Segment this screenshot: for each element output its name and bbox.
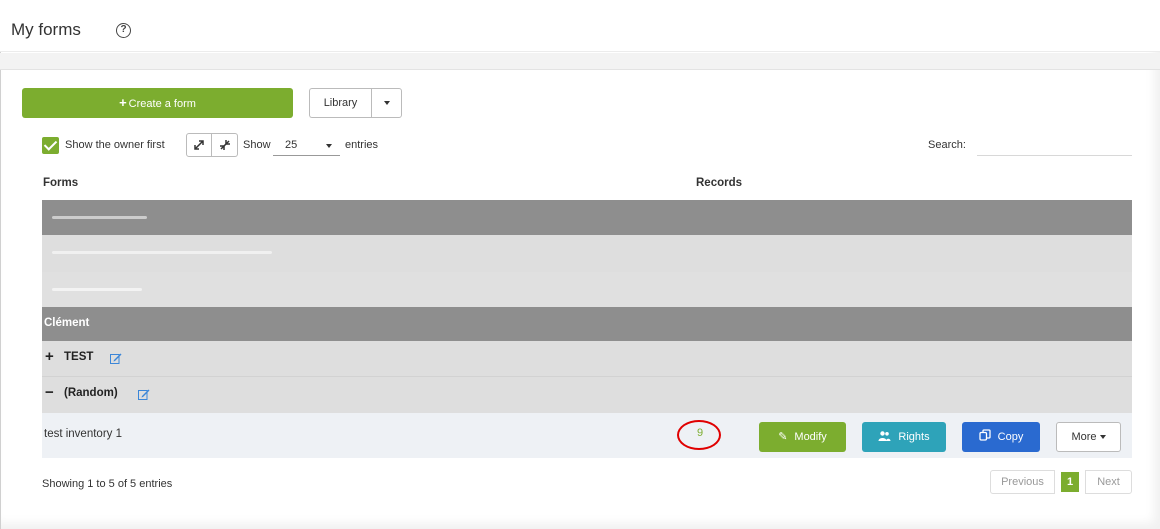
- page-title: My forms: [11, 20, 81, 39]
- show-owner-first-label: Show the owner first: [65, 139, 165, 151]
- collapse-minus-icon[interactable]: −: [45, 385, 54, 400]
- obscured-text: [52, 216, 147, 219]
- edit-icon[interactable]: [110, 352, 122, 364]
- collapse-arrows-icon: [219, 140, 230, 150]
- owner-group-row-obscured[interactable]: [42, 200, 1132, 235]
- search-input[interactable]: [977, 134, 1132, 156]
- help-icon[interactable]: ?: [116, 23, 131, 38]
- copy-button[interactable]: Copy: [962, 422, 1040, 452]
- entries-per-page-select[interactable]: 25: [273, 136, 340, 156]
- chevron-down-icon: [1099, 435, 1106, 440]
- chevron-down-icon: [326, 144, 332, 148]
- owner-name: Clément: [44, 317, 90, 329]
- collapse-all-button[interactable]: [212, 133, 238, 157]
- folder-row-test[interactable]: + TEST: [42, 341, 1132, 377]
- highlight-circle: [677, 420, 721, 450]
- entries-label: entries: [345, 139, 379, 151]
- show-label: Show: [243, 139, 271, 151]
- create-form-label: Create a form: [128, 98, 196, 110]
- rights-label: Rights: [898, 431, 930, 443]
- form-row[interactable]: test inventory 1 9 ✎ Modify Rights Copy M…: [42, 413, 1132, 458]
- expand-all-button[interactable]: [186, 133, 212, 157]
- header-band: [0, 53, 1160, 69]
- title-bar: My forms ?: [0, 0, 1160, 52]
- previous-page-button[interactable]: Previous: [990, 470, 1055, 494]
- obscured-text: [52, 251, 272, 254]
- create-form-button[interactable]: + Create a form: [22, 88, 293, 118]
- library-button[interactable]: Library: [309, 88, 371, 118]
- modify-button[interactable]: ✎ Modify: [759, 422, 846, 452]
- pencil-icon: ✎: [778, 431, 788, 443]
- folder-row-obscured[interactable]: [42, 235, 1132, 271]
- library-dropdown-toggle[interactable]: [371, 88, 402, 118]
- owner-group-row[interactable]: Clément: [42, 307, 1132, 341]
- expand-arrows-icon: [194, 140, 204, 150]
- folder-row-random[interactable]: − (Random): [42, 377, 1132, 413]
- modify-label: Modify: [794, 431, 827, 443]
- folder-name: TEST: [64, 351, 94, 363]
- copy-label: Copy: [997, 431, 1024, 443]
- users-icon: [878, 431, 891, 441]
- expand-plus-icon[interactable]: +: [45, 349, 54, 364]
- chevron-down-icon: [384, 101, 390, 105]
- header-divider: [0, 69, 1160, 70]
- next-page-button[interactable]: Next: [1085, 470, 1132, 494]
- folder-name: (Random): [64, 387, 118, 399]
- more-label: More: [1071, 431, 1097, 443]
- rights-button[interactable]: Rights: [862, 422, 946, 452]
- plus-icon: +: [119, 95, 127, 110]
- show-owner-first-checkbox[interactable]: [42, 137, 59, 154]
- search-label: Search:: [928, 139, 966, 151]
- form-name[interactable]: test inventory 1: [44, 428, 122, 440]
- copy-icon: [979, 429, 991, 441]
- edit-icon[interactable]: [138, 388, 150, 400]
- folder-row-obscured[interactable]: [42, 272, 1132, 307]
- obscured-text: [52, 288, 142, 291]
- more-dropdown-button[interactable]: More: [1056, 422, 1121, 452]
- column-header-records[interactable]: Records: [696, 177, 742, 189]
- entries-value: 25: [285, 139, 298, 151]
- column-header-forms[interactable]: Forms: [43, 177, 78, 189]
- showing-entries-info: Showing 1 to 5 of 5 entries: [42, 478, 173, 490]
- page-1-button[interactable]: 1: [1061, 472, 1079, 492]
